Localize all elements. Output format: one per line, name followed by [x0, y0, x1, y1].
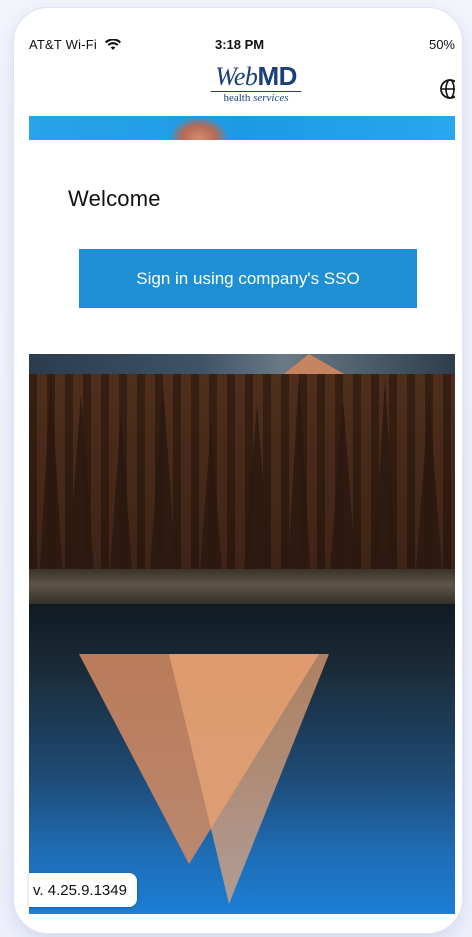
- logo-sub-services: services: [253, 92, 289, 104]
- sso-signin-button[interactable]: Sign in using company's SSO: [79, 249, 417, 308]
- logo-wordmark: WebMD: [201, 62, 311, 91]
- header-photo-strip: [29, 116, 455, 140]
- logo-subtitle: health services: [211, 91, 301, 105]
- app-screen: AT&T Wi-Fi 3:18 PM 50% WebMD health serv…: [29, 32, 455, 914]
- welcome-panel: Welcome Sign in using company's SSO: [29, 140, 455, 354]
- carrier-text: AT&T Wi-Fi: [29, 37, 97, 52]
- landscape-shore: [29, 569, 455, 609]
- device-frame: AT&T Wi-Fi 3:18 PM 50% WebMD health serv…: [0, 0, 472, 937]
- globe-icon[interactable]: [439, 78, 455, 100]
- logo-web-text: Web: [215, 62, 258, 91]
- webmd-logo: WebMD health services: [201, 62, 311, 105]
- logo-sub-health: health: [223, 92, 254, 104]
- battery-level: 50%: [428, 37, 455, 52]
- tree-silhouettes: [39, 374, 443, 584]
- background-landscape-photo: [29, 354, 455, 914]
- version-label: v. 4.25.9.1349: [29, 873, 137, 907]
- mountain-reflection-highlight: [169, 654, 329, 904]
- status-time: 3:18 PM: [215, 37, 265, 52]
- rock-peak-image: [169, 116, 229, 140]
- status-bar: AT&T Wi-Fi 3:18 PM 50%: [29, 32, 455, 58]
- wifi-icon: [104, 39, 121, 50]
- welcome-title: Welcome: [68, 186, 161, 211]
- app-header: WebMD health services: [29, 58, 455, 116]
- logo-md-text: MD: [257, 61, 297, 91]
- carrier-label: AT&T Wi-Fi: [29, 37, 121, 52]
